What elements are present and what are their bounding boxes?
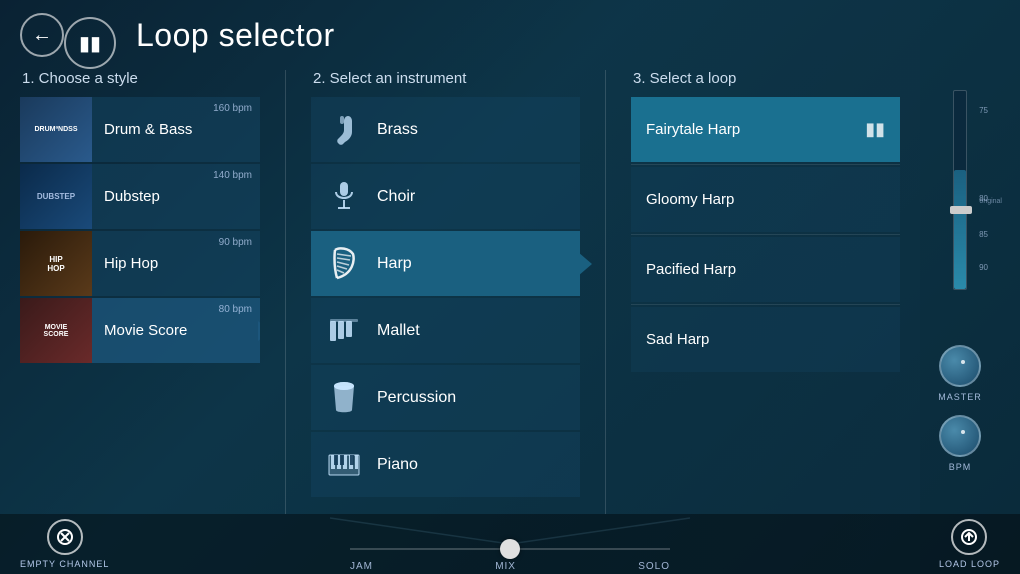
master-knob[interactable] — [939, 345, 981, 387]
bpm-label: BPM — [949, 462, 972, 472]
jms-label-jam: JAM — [350, 561, 373, 572]
style-bpm-hiphop: 90 bpm — [219, 237, 252, 248]
style-bpm-movie: 80 bpm — [219, 304, 252, 315]
loop-item-fairytale[interactable]: Fairytale Harp ▮▮ — [631, 97, 900, 162]
instrument-item-percussion[interactable]: Percussion — [311, 365, 580, 430]
style-column: 1. Choose a style Drum & Bass 160 bpm Du… — [20, 70, 260, 514]
loop-name-sad: Sad Harp — [646, 331, 709, 348]
divider-2 — [605, 70, 606, 514]
style-item-hiphop[interactable]: Hip Hop 90 bpm — [20, 231, 260, 296]
loop-divider-2 — [631, 234, 900, 235]
style-name-dnb: Drum & Bass — [104, 121, 248, 138]
page-title: Loop selector — [136, 17, 335, 54]
meter-track: 75 80 original 85 90 — [953, 90, 967, 290]
instrument-item-mallet[interactable]: Mallet — [311, 298, 580, 363]
style-thumb-dubstep — [20, 164, 92, 229]
loop-item-pacified[interactable]: Pacified Harp — [631, 237, 900, 302]
instrument-item-choir[interactable]: Choir — [311, 164, 580, 229]
body-area: 1. Choose a style Drum & Bass 160 bpm Du… — [0, 70, 1020, 514]
back-icon: ← — [32, 24, 52, 47]
style-info-dnb: Drum & Bass — [92, 121, 260, 138]
instrument-name-choir: Choir — [377, 188, 415, 206]
piano-icon — [326, 447, 362, 483]
main-content: ← ▮▮ Loop selector 1. Choose a style Dru… — [0, 0, 1020, 574]
meter-handle[interactable] — [950, 206, 972, 214]
percussion-icon — [326, 380, 362, 416]
jms-control: JAM MIX SOLO — [330, 539, 690, 574]
loop-name-pacified: Pacified Harp — [646, 261, 736, 278]
pause-icon: ▮▮ — [79, 31, 101, 56]
mallet-icon — [326, 313, 362, 349]
instrument-name-mallet: Mallet — [377, 322, 420, 340]
style-thumb-dnb — [20, 97, 92, 162]
loop-play-icon-fairytale: ▮▮ — [865, 119, 885, 140]
knob-dot-bpm — [961, 430, 965, 434]
loop-item-sad[interactable]: Sad Harp — [631, 307, 900, 372]
instrument-name-piano: Piano — [377, 456, 418, 474]
meter-fill — [954, 170, 966, 289]
loop-column-title: 3. Select a loop — [631, 70, 900, 87]
divider-1 — [285, 70, 286, 514]
knob-dot-master — [961, 360, 965, 364]
controls-column: 75 80 original 85 90 MASTER BPM — [920, 70, 1000, 514]
loop-divider-1 — [631, 164, 900, 165]
style-name-movie: Movie Score — [104, 322, 248, 339]
style-item-drum-bass[interactable]: Drum & Bass 160 bpm — [20, 97, 260, 162]
back-button[interactable]: ← — [20, 13, 64, 57]
instrument-item-brass[interactable]: Brass — [311, 97, 580, 162]
style-info-movie: Movie Score — [92, 322, 260, 339]
style-name-dubstep: Dubstep — [104, 188, 248, 205]
meter-label-original: original — [979, 198, 1002, 205]
instrument-name-percussion: Percussion — [377, 389, 456, 407]
style-bpm-dnb: 160 bpm — [213, 103, 252, 114]
loop-column: 3. Select a loop Fairytale Harp ▮▮ Gloom… — [631, 70, 900, 514]
jms-labels: JAM MIX SOLO — [350, 559, 670, 574]
empty-channel-button[interactable]: EMPTY CHANNEL — [20, 519, 109, 569]
loop-name-gloomy: Gloomy Harp — [646, 191, 734, 208]
jms-track — [350, 539, 670, 559]
loop-name-fairytale: Fairytale Harp — [646, 121, 740, 138]
style-name-hiphop: Hip Hop — [104, 255, 248, 272]
jms-thumb[interactable] — [500, 539, 520, 559]
instrument-column: 2. Select an instrument Brass — [311, 70, 580, 514]
bpm-meter: 75 80 original 85 90 — [935, 90, 985, 330]
style-thumb-hiphop — [20, 231, 92, 296]
instrument-item-piano[interactable]: Piano — [311, 432, 580, 497]
master-label: MASTER — [938, 392, 982, 402]
style-column-title: 1. Choose a style — [20, 70, 260, 87]
instrument-column-title: 2. Select an instrument — [311, 70, 580, 87]
meter-tick-85: 85 — [979, 230, 988, 239]
load-loop-button[interactable]: LOAD LOOP — [939, 519, 1000, 569]
harp-icon — [326, 246, 362, 282]
load-loop-label: LOAD LOOP — [939, 559, 1000, 569]
brass-icon — [326, 112, 362, 148]
choir-icon — [326, 179, 362, 215]
instrument-item-harp[interactable]: Harp — [311, 231, 580, 296]
style-bpm-dubstep: 140 bpm — [213, 170, 252, 181]
loop-list: Fairytale Harp ▮▮ Gloomy Harp Pacified H… — [631, 97, 900, 372]
jms-label-mix: MIX — [495, 561, 516, 572]
pause-button[interactable]: ▮▮ — [64, 17, 116, 69]
loop-item-gloomy[interactable]: Gloomy Harp — [631, 167, 900, 232]
bpm-knob[interactable] — [939, 415, 981, 457]
style-item-dubstep[interactable]: Dubstep 140 bpm — [20, 164, 260, 229]
instrument-name-brass: Brass — [377, 121, 418, 139]
empty-channel-label: EMPTY CHANNEL — [20, 559, 109, 569]
style-list: Drum & Bass 160 bpm Dubstep 140 bpm Hip … — [20, 97, 260, 363]
instrument-list: Brass Choir — [311, 97, 580, 497]
meter-tick-75: 75 — [979, 106, 988, 115]
load-loop-icon — [951, 519, 987, 555]
header: ← ▮▮ Loop selector — [0, 0, 1020, 70]
loop-divider-3 — [631, 304, 900, 305]
style-info-dubstep: Dubstep — [92, 188, 260, 205]
empty-channel-icon — [47, 519, 83, 555]
instrument-name-harp: Harp — [377, 255, 412, 273]
meter-tick-90: 90 — [979, 263, 988, 272]
style-info-hiphop: Hip Hop — [92, 255, 260, 272]
footer: EMPTY CHANNEL JAM MIX SOLO — [0, 514, 1020, 574]
style-thumb-movie — [20, 298, 92, 363]
jms-label-solo: SOLO — [638, 561, 670, 572]
style-item-movie[interactable]: Movie Score 80 bpm — [20, 298, 260, 363]
